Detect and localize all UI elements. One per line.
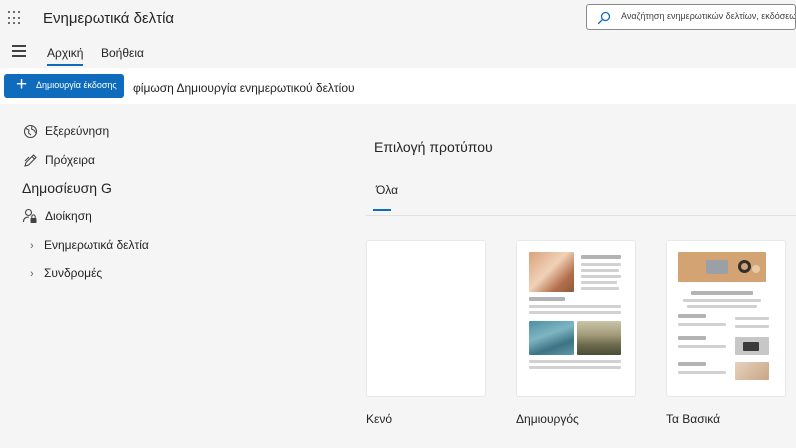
page-title: Επιλογή προτύπου: [374, 139, 493, 155]
search-box[interactable]: Αναζήτηση ενημερωτικών δελτίων, εκδόσεων…: [586, 4, 796, 30]
app-title: Ενημερωτικά δελτία: [43, 10, 175, 27]
template-thumbnail-image: [529, 252, 574, 292]
sidebar-item-admin[interactable]: Διοίκηση: [22, 206, 92, 226]
template-card-blank[interactable]: [366, 240, 486, 397]
sidebar-item-label: Πρόχειρα: [45, 153, 95, 167]
sidebar-item-newsletters[interactable]: › Ενημερωτικά δελτία: [30, 238, 149, 256]
menu-icon[interactable]: [12, 45, 26, 60]
tab-home[interactable]: Αρχική: [47, 46, 84, 66]
plus-icon: +: [16, 74, 28, 95]
globe-icon: [22, 123, 38, 139]
template-label: Τα Βασικά: [666, 412, 721, 426]
sidebar-item-label: Συνδρομές: [44, 266, 103, 280]
tab-divider: [366, 215, 796, 216]
person-lock-icon: [22, 208, 38, 224]
tab-active-indicator: [373, 209, 391, 211]
pen-icon: [22, 152, 38, 168]
create-edition-label: Δημιουργία έκδοσης: [36, 80, 117, 90]
tab-all[interactable]: Όλα: [376, 183, 398, 197]
chevron-right-icon: ›: [30, 268, 34, 280]
template-label: Κενό: [366, 412, 393, 426]
sidebar-item-label: Ενημερωτικά δελτία: [44, 238, 149, 252]
publish-heading: Δημοσίευση G: [22, 180, 112, 196]
template-thumbnail-image: [735, 337, 769, 355]
template-card-basics[interactable]: [666, 240, 786, 397]
template-thumbnail-image: [678, 252, 766, 282]
sidebar-item-drafts[interactable]: Πρόχειρα: [22, 150, 95, 170]
command-bar: + Δημιουργία έκδοσης φίμωση Δημιουργία ε…: [0, 68, 796, 104]
template-thumbnail-image: [735, 362, 769, 380]
search-input[interactable]: Αναζήτηση ενημερωτικών δελτίων, εκδόσεων…: [621, 11, 795, 21]
template-thumbnail-image: [529, 321, 574, 355]
sidebar-item-label: Διοίκηση: [45, 209, 92, 223]
sidebar-item-subscriptions[interactable]: › Συνδρομές: [30, 266, 102, 284]
chevron-right-icon: ›: [30, 240, 34, 252]
app-launcher-icon[interactable]: [8, 11, 22, 25]
sidebar-item-explore[interactable]: Εξερεύνηση: [22, 121, 109, 141]
tab-help[interactable]: Βοήθεια: [101, 46, 144, 60]
nav-row: Αρχική Βοήθεια: [0, 38, 796, 68]
create-edition-button[interactable]: + Δημιουργία έκδοσης: [4, 74, 124, 98]
template-label: Δημιουργός: [516, 412, 579, 426]
sidebar-item-label: Εξερεύνηση: [45, 124, 110, 138]
template-thumbnail-image: [577, 321, 621, 355]
template-card-creator[interactable]: [516, 240, 636, 397]
command-bar-text: φίμωση Δημιουργία ενημερωτικού δελτίου: [133, 81, 355, 95]
top-bar: Ενημερωτικά δελτία Αναζήτηση ενημερωτικώ…: [0, 0, 796, 38]
search-icon: [597, 11, 611, 25]
